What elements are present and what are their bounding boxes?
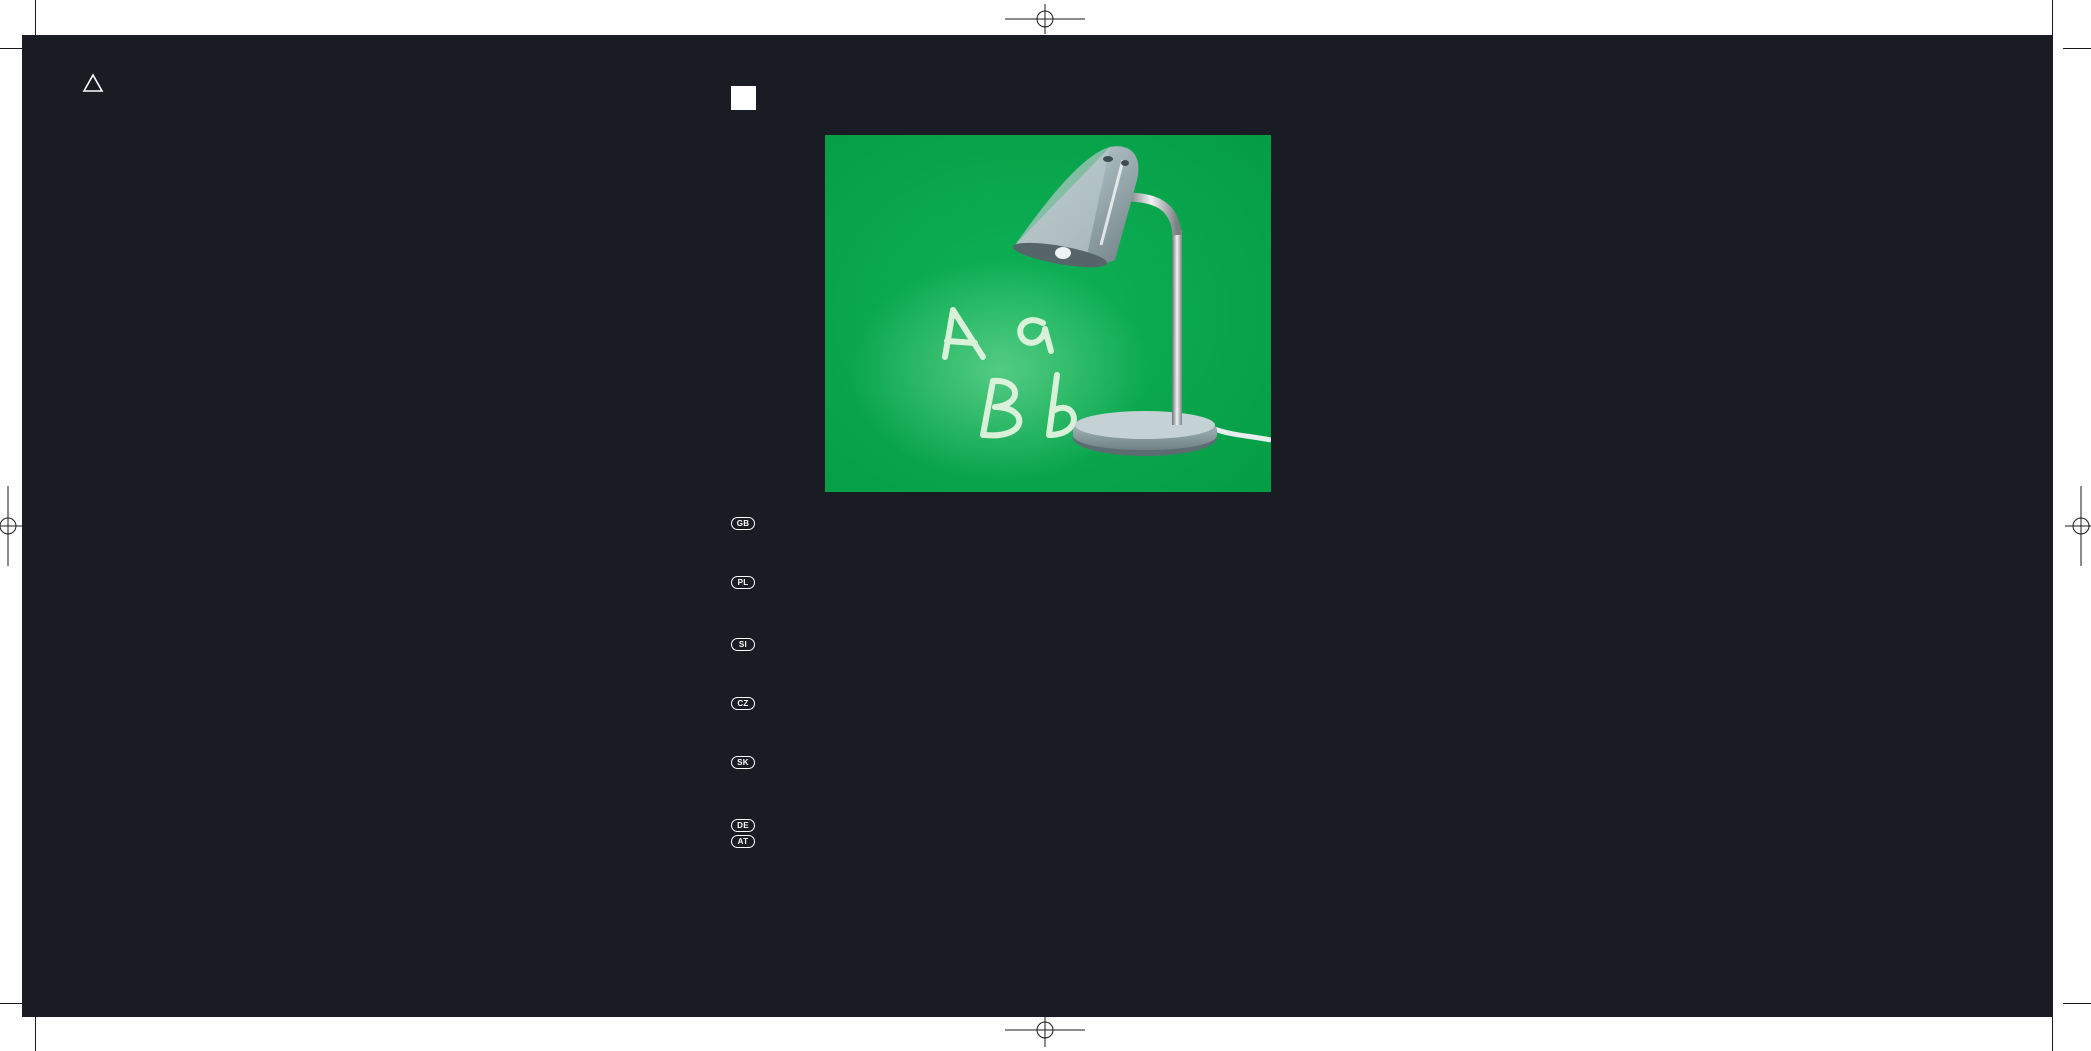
- registration-mark-icon: [1005, 1017, 1085, 1047]
- crop-mark: [2063, 1003, 2091, 1004]
- crop-mark: [2052, 1017, 2053, 1051]
- registration-mark-icon: [2065, 486, 2091, 566]
- warning-triangle-icon: [82, 73, 104, 92]
- crop-mark: [35, 1017, 36, 1051]
- product-photo: [825, 135, 1271, 492]
- country-code-badge: GB: [731, 517, 755, 530]
- crop-mark: [2063, 48, 2091, 49]
- country-code-badge: SI: [731, 638, 755, 651]
- country-code-badge: PL: [731, 576, 755, 589]
- country-code-badge: AT: [731, 835, 755, 848]
- crop-mark: [0, 1003, 22, 1004]
- crop-mark: [0, 48, 22, 49]
- crop-mark: [35, 0, 36, 35]
- registration-mark-icon: [1005, 4, 1085, 34]
- white-square-marker: [731, 86, 756, 110]
- registration-mark-icon: [0, 486, 24, 566]
- country-code-badge: DE: [731, 819, 755, 832]
- country-code-badge: CZ: [731, 697, 755, 710]
- desk-lamp-illustration: [825, 135, 1271, 492]
- crop-mark: [2052, 0, 2053, 35]
- country-code-badge: SK: [731, 756, 755, 769]
